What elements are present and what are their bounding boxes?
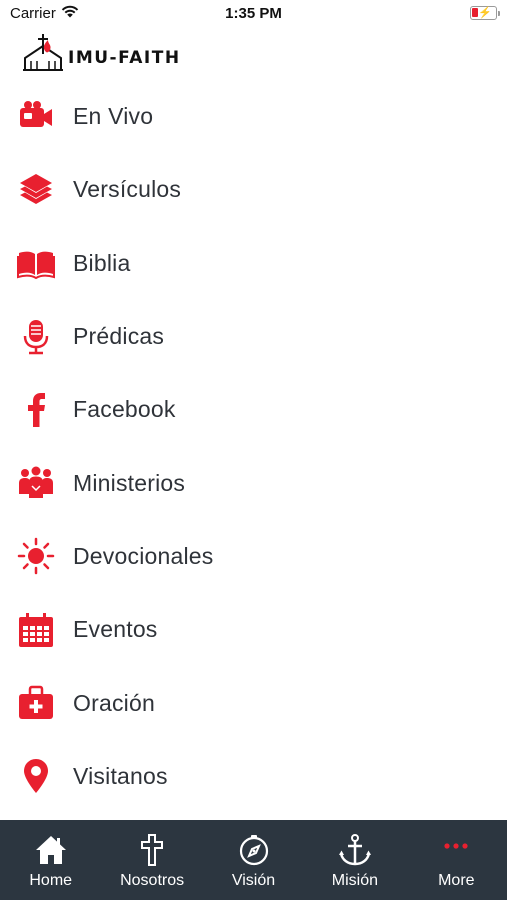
church-logo-icon xyxy=(23,34,63,71)
logo-text: IMU-FAITH xyxy=(68,48,181,68)
people-group-icon xyxy=(17,464,55,502)
menu-item-label: Facebook xyxy=(73,396,176,423)
tab-vision[interactable]: Visión xyxy=(203,820,304,900)
menu-item-oracion[interactable]: Oración xyxy=(0,666,507,739)
menu-item-facebook[interactable]: Facebook xyxy=(0,373,507,446)
menu-item-label: Visitanos xyxy=(73,762,168,789)
app-logo: IMU-FAITH xyxy=(22,31,181,73)
menu-item-predicas[interactable]: Prédicas xyxy=(0,300,507,373)
tab-label: Nosotros xyxy=(120,872,185,889)
status-time: 1:35 PM xyxy=(225,5,282,22)
more-dots-icon xyxy=(439,829,473,871)
first-aid-kit-icon xyxy=(17,684,55,722)
battery-icon: ⚡ xyxy=(470,6,500,20)
tab-label: Misión xyxy=(331,872,379,889)
video-camera-icon xyxy=(17,98,55,136)
menu-item-versiculos[interactable]: Versículos xyxy=(0,153,507,226)
tab-mision[interactable]: Misión xyxy=(304,820,405,900)
menu-item-biblia[interactable]: Biblia xyxy=(0,227,507,300)
menu-item-label: Prédicas xyxy=(73,323,165,350)
menu-item-devocionales[interactable]: Devocionales xyxy=(0,520,507,593)
menu-item-label: Devocionales xyxy=(73,542,214,569)
menu-item-label: Oración xyxy=(73,689,155,716)
status-bar: Carrier 1:35 PM ⚡ xyxy=(0,0,507,28)
menu-item-en-vivo[interactable]: En Vivo xyxy=(0,80,507,153)
sun-icon xyxy=(17,537,55,575)
microphone-icon xyxy=(17,318,55,356)
menu-item-label: Ministerios xyxy=(73,469,186,496)
tab-more[interactable]: More xyxy=(406,820,507,900)
compass-icon xyxy=(237,829,271,871)
menu-item-label: Versículos xyxy=(73,176,182,203)
facebook-icon xyxy=(17,391,55,429)
tab-label: Home xyxy=(29,872,73,889)
main-menu: En Vivo Versículos Biblia Prédicas Faceb… xyxy=(0,80,507,813)
menu-item-ministerios[interactable]: Ministerios xyxy=(0,446,507,519)
menu-item-visitanos[interactable]: Visitanos xyxy=(0,740,507,813)
calendar-icon xyxy=(17,611,55,649)
tab-label: More xyxy=(438,872,475,889)
tab-home[interactable]: Home xyxy=(0,820,101,900)
menu-item-eventos[interactable]: Eventos xyxy=(0,593,507,666)
open-book-icon xyxy=(17,244,55,282)
tab-label: Visión xyxy=(231,872,276,889)
anchor-icon xyxy=(338,829,372,871)
home-icon xyxy=(34,829,68,871)
layers-icon xyxy=(17,171,55,209)
tab-nosotros[interactable]: Nosotros xyxy=(101,820,202,900)
menu-item-label: Biblia xyxy=(73,249,131,276)
map-pin-icon xyxy=(17,757,55,795)
menu-item-label: Eventos xyxy=(73,616,158,643)
cross-icon xyxy=(135,829,169,871)
bottom-tab-bar: Home Nosotros Visión Misión More xyxy=(0,820,507,900)
menu-item-label: En Vivo xyxy=(73,103,154,130)
